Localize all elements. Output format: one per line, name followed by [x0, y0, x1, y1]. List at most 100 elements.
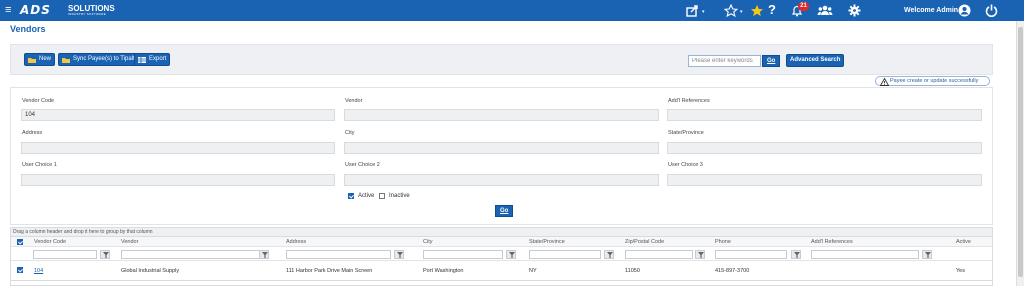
- filter-address-input[interactable]: [286, 250, 391, 259]
- vendor-label: Vendor: [345, 98, 363, 104]
- filter-zip-input[interactable]: [625, 250, 693, 259]
- user-account-icon[interactable]: [958, 4, 971, 17]
- address-input[interactable]: [21, 142, 335, 154]
- sync-payees-button[interactable]: Sync Payee(s) to Tipalti: [58, 53, 141, 66]
- power-icon[interactable]: [985, 4, 998, 17]
- scrollbar-thumb[interactable]: [1018, 27, 1023, 277]
- vendor-code-input[interactable]: 104: [21, 109, 335, 121]
- city-label: City: [345, 130, 355, 136]
- filter-go-button[interactable]: Go: [495, 205, 514, 217]
- active-checkbox[interactable]: [348, 193, 354, 199]
- address-label: Address: [22, 130, 43, 136]
- vendors-grid: Drag a column header and drop it here to…: [10, 227, 993, 286]
- help-icon[interactable]: ?: [768, 2, 776, 18]
- filter-icon[interactable]: [259, 250, 269, 259]
- addl-references-input[interactable]: [667, 109, 982, 121]
- phone-cell: 415-897-3700: [715, 268, 750, 274]
- success-notice: Payee create or update successfully: [875, 76, 990, 86]
- grid-filter-row: [11, 247, 992, 261]
- menu-icon[interactable]: ≡: [5, 4, 11, 16]
- column-header-phone[interactable]: Phone: [715, 238, 731, 246]
- state-province-cell: NY: [529, 268, 537, 274]
- keyword-search-input[interactable]: [688, 55, 761, 67]
- vendor-input[interactable]: [344, 109, 659, 121]
- addl-references-label: Add'l References: [668, 98, 710, 104]
- share-icon[interactable]: [686, 4, 700, 17]
- vendor-code-label: Vendor Code: [22, 98, 55, 104]
- city-input[interactable]: [344, 142, 659, 154]
- table-row[interactable]: 104 Global Industrial Supply 111 Harbor …: [11, 266, 992, 277]
- group-by-drop-zone[interactable]: Drag a column header and drop it here to…: [11, 228, 992, 237]
- grid-header-row: Vendor Code Vendor Address City State/Pr…: [11, 237, 992, 247]
- logo-mark: ADS: [20, 3, 51, 17]
- gear-icon[interactable]: [848, 4, 861, 17]
- advanced-search-label: Advanced Search: [790, 57, 841, 63]
- filter-vendor-input[interactable]: [121, 250, 261, 259]
- filter-icon[interactable]: [791, 250, 801, 259]
- favorites-dropdown-caret[interactable]: ▾: [740, 9, 743, 15]
- user-choice-3-label: User Choice 3: [668, 162, 703, 168]
- active-cell: Yes: [956, 268, 965, 274]
- active-label: Active: [358, 193, 375, 199]
- grid-divider: [11, 280, 992, 281]
- user-choice-2-input[interactable]: [344, 174, 659, 186]
- star-icon[interactable]: [750, 4, 764, 17]
- filter-state-input[interactable]: [529, 250, 601, 259]
- vendor-code-link[interactable]: 104: [34, 268, 43, 275]
- filter-icon[interactable]: [100, 250, 110, 259]
- zip-cell: 11050: [625, 268, 640, 274]
- city-cell: Port Washington: [423, 268, 464, 274]
- column-header-active[interactable]: Active: [956, 238, 971, 246]
- column-header-state-province[interactable]: State/Province: [529, 238, 565, 246]
- filter-icon[interactable]: [922, 250, 932, 259]
- filter-phone-input[interactable]: [715, 250, 787, 259]
- filter-icon[interactable]: [604, 250, 614, 259]
- page-scrollbar[interactable]: [1016, 21, 1024, 286]
- favorites-outline-icon[interactable]: [724, 4, 738, 17]
- user-choice-2-label: User Choice 2: [345, 162, 380, 168]
- advanced-search-button[interactable]: Advanced Search: [786, 54, 845, 67]
- column-header-vendor-code[interactable]: Vendor Code: [34, 238, 66, 246]
- users-icon[interactable]: [817, 4, 833, 17]
- address-cell: 111 Harbor Park Drive Main Screen: [286, 268, 373, 274]
- column-header-address[interactable]: Address: [286, 238, 306, 246]
- filter-icon[interactable]: [394, 250, 404, 259]
- select-all-checkbox[interactable]: [17, 239, 23, 245]
- notice-text: Payee create or update successfully: [890, 78, 979, 84]
- user-choice-3-input[interactable]: [667, 174, 982, 186]
- state-province-label: State/Province: [668, 130, 704, 136]
- user-choice-1-input[interactable]: [21, 174, 335, 186]
- filter-vendor-code-input[interactable]: [33, 250, 97, 259]
- notification-badge: 21: [798, 2, 809, 11]
- folder-icon: [28, 57, 36, 63]
- row-select-checkbox[interactable]: [17, 267, 23, 273]
- new-button[interactable]: New: [24, 53, 56, 66]
- filter-city-input[interactable]: [423, 250, 503, 259]
- column-header-vendor[interactable]: Vendor: [121, 238, 138, 246]
- page-title: Vendors: [10, 24, 46, 34]
- inactive-checkbox[interactable]: [379, 193, 385, 199]
- share-dropdown-caret[interactable]: ▾: [702, 9, 705, 15]
- vendor-cell: Global Industrial Supply: [121, 268, 180, 274]
- logo-tagline: INDUSTRY SOFTWARE: [68, 12, 107, 16]
- inactive-label: Inactive: [389, 193, 410, 199]
- column-header-city[interactable]: City: [423, 238, 432, 246]
- user-choice-1-label: User Choice 1: [22, 162, 57, 168]
- sync-payees-label: Sync Payee(s) to Tipalti: [73, 56, 137, 62]
- filter-addl-references-input[interactable]: [811, 250, 919, 259]
- spreadsheet-icon: [138, 56, 146, 63]
- app-logo[interactable]: ADS SOLUTIONS INDUSTRY SOFTWARE: [20, 4, 124, 17]
- top-nav-bar: ≡ ADS SOLUTIONS INDUSTRY SOFTWARE ▾ ▾ ? …: [0, 0, 1024, 21]
- column-header-addl-references[interactable]: Add'l References: [811, 238, 853, 246]
- state-province-input[interactable]: [667, 142, 982, 154]
- column-header-zip[interactable]: Zip/Postal Code: [625, 238, 664, 246]
- filter-icon[interactable]: [695, 250, 705, 259]
- search-go-button[interactable]: Go: [762, 55, 781, 67]
- folder-icon: [62, 57, 70, 63]
- filter-icon[interactable]: [506, 250, 516, 259]
- export-button[interactable]: Export: [134, 53, 171, 66]
- welcome-text: Welcome Admin: [904, 7, 959, 14]
- export-button-label: Export: [149, 56, 167, 62]
- warning-icon: [880, 78, 889, 86]
- new-button-label: New: [39, 56, 52, 62]
